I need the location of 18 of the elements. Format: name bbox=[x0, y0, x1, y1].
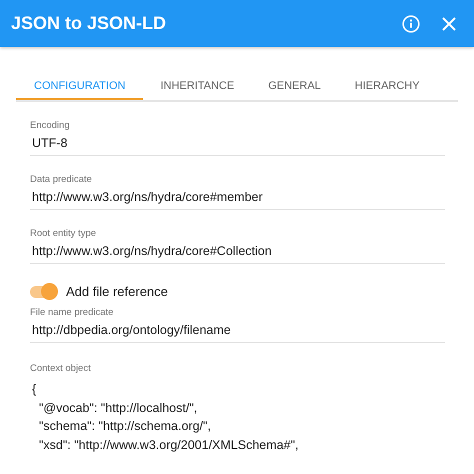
close-icon[interactable] bbox=[442, 16, 456, 30]
input-field[interactable]: http://dbpedia.org/ontology/filename bbox=[30, 321, 445, 343]
input-field[interactable]: UTF-8 bbox=[30, 134, 445, 156]
field-label: File name predicate bbox=[30, 307, 114, 318]
tab[interactable]: HIERARCHY bbox=[338, 73, 437, 98]
tab[interactable]: INHERITANCE bbox=[143, 73, 252, 98]
tab[interactable]: GENERAL bbox=[251, 73, 338, 98]
field-label: Root entity type bbox=[30, 228, 98, 239]
field-label: Data predicate bbox=[30, 174, 93, 185]
window-title: JSON to JSON-LD bbox=[11, 13, 166, 34]
info-icon[interactable] bbox=[402, 14, 420, 32]
code-field[interactable]: { "@vocab": "http://localhost/", "schema": "http://schema.org/", "xsd": "http://www.w3.org/2001/XMLSchema#", bbox=[30, 380, 445, 454]
toggle-label: Add file reference bbox=[66, 284, 168, 299]
input-field[interactable]: http://www.w3.org/ns/hydra/core#Collection bbox=[30, 242, 445, 264]
field-label: Context object bbox=[30, 363, 92, 374]
input-field[interactable]: http://www.w3.org/ns/hydra/core#member bbox=[30, 188, 445, 210]
toggle-switch[interactable] bbox=[30, 286, 56, 298]
field-label: Encoding bbox=[30, 120, 71, 131]
